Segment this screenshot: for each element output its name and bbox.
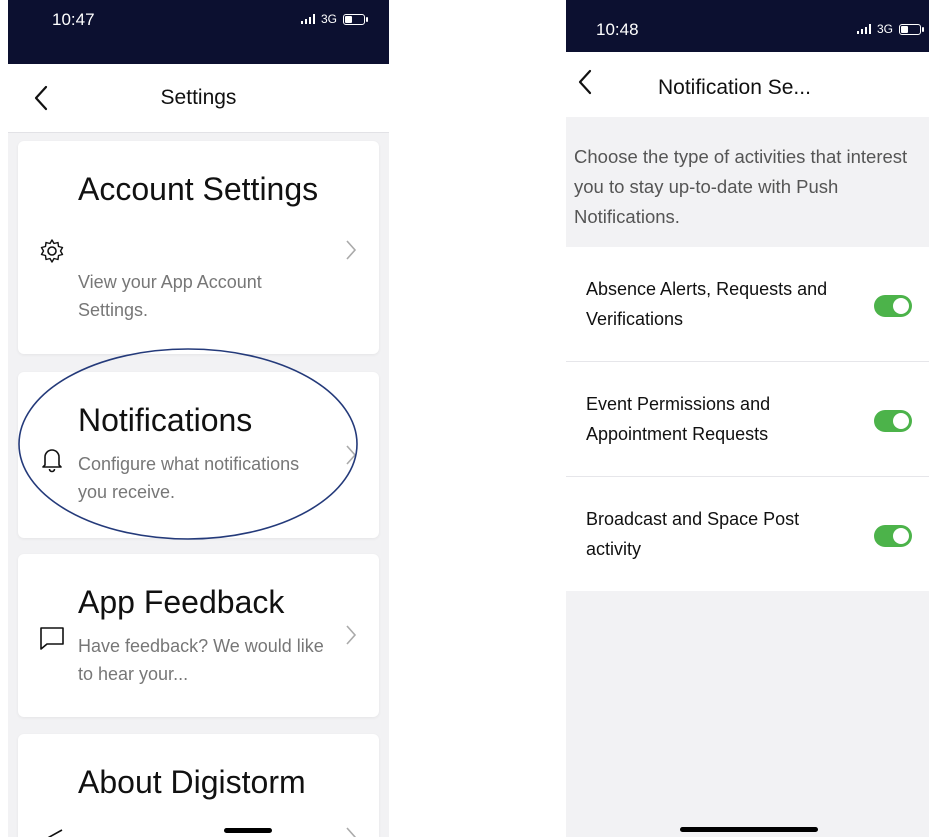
signal-icon — [300, 14, 315, 24]
gear-icon — [40, 239, 64, 263]
page-title: Settings — [160, 86, 237, 109]
signal-icon — [856, 24, 871, 34]
status-indicators: 3G — [856, 22, 924, 36]
status-bar: 10:47 3G — [8, 0, 389, 64]
card-description: View your App Account Settings. — [78, 272, 262, 320]
card-title: Notifications — [78, 402, 253, 438]
absence-alerts-toggle[interactable] — [874, 295, 912, 317]
battery-icon — [899, 23, 924, 35]
status-indicators: 3G — [300, 12, 368, 26]
send-icon — [47, 829, 63, 837]
setting-row-event: Event Permissions and Appointment Reques… — [566, 362, 929, 477]
account-settings-card[interactable]: Account Settings View your App Account S… — [18, 141, 379, 354]
about-card[interactable]: About Digistorm — [18, 734, 379, 837]
status-bar: 10:48 3G — [566, 0, 929, 52]
notifications-card[interactable]: Notifications Configure what notificatio… — [18, 372, 379, 538]
notification-settings-list: Absence Alerts, Requests and Verificatio… — [566, 247, 929, 591]
card-description: Configure what notifications you receive… — [78, 454, 300, 502]
setting-row-broadcast: Broadcast and Space Post activity — [566, 477, 929, 591]
notification-settings-screen: 10:48 3G Notification Se... Choose the t… — [566, 0, 929, 837]
setting-label: Broadcast and Space Post activity — [586, 509, 800, 559]
toggle-knob — [893, 413, 909, 429]
event-permissions-toggle[interactable] — [874, 410, 912, 432]
battery-icon — [343, 13, 368, 25]
network-label: 3G — [320, 12, 337, 26]
card-title: App Feedback — [78, 584, 285, 620]
bell-icon — [42, 449, 62, 473]
card-title: About Digistorm — [78, 764, 306, 800]
status-time: 10:47 — [52, 10, 95, 29]
settings-screen: 10:47 3G Settings Account Settings View … — [8, 0, 389, 837]
setting-label: Absence Alerts, Requests and Verificatio… — [586, 279, 828, 329]
toggle-knob — [893, 298, 909, 314]
card-description: Have feedback? We would like to hear you… — [78, 636, 324, 684]
home-indicator — [680, 827, 818, 832]
page-title: Notification Se... — [658, 76, 811, 99]
setting-row-absence: Absence Alerts, Requests and Verificatio… — [566, 247, 929, 362]
home-indicator — [224, 828, 272, 833]
chevron-right-icon — [346, 827, 357, 837]
chevron-right-icon — [346, 625, 357, 645]
network-label: 3G — [876, 22, 893, 36]
chat-bubble-icon — [40, 627, 64, 650]
toggle-knob — [893, 528, 909, 544]
nav-bar: Settings — [8, 64, 389, 133]
nav-bar: Notification Se... — [566, 52, 929, 117]
chevron-right-icon — [346, 240, 357, 260]
card-title: Account Settings — [78, 171, 319, 207]
status-time: 10:48 — [596, 20, 639, 39]
chevron-right-icon — [346, 445, 357, 465]
setting-label: Event Permissions and Appointment Reques… — [586, 394, 771, 444]
app-feedback-card[interactable]: App Feedback Have feedback? We would lik… — [18, 554, 379, 717]
back-arrow-icon[interactable] — [576, 68, 594, 96]
broadcast-activity-toggle[interactable] — [874, 525, 912, 547]
intro-text: Choose the type of activities that inter… — [574, 146, 908, 227]
